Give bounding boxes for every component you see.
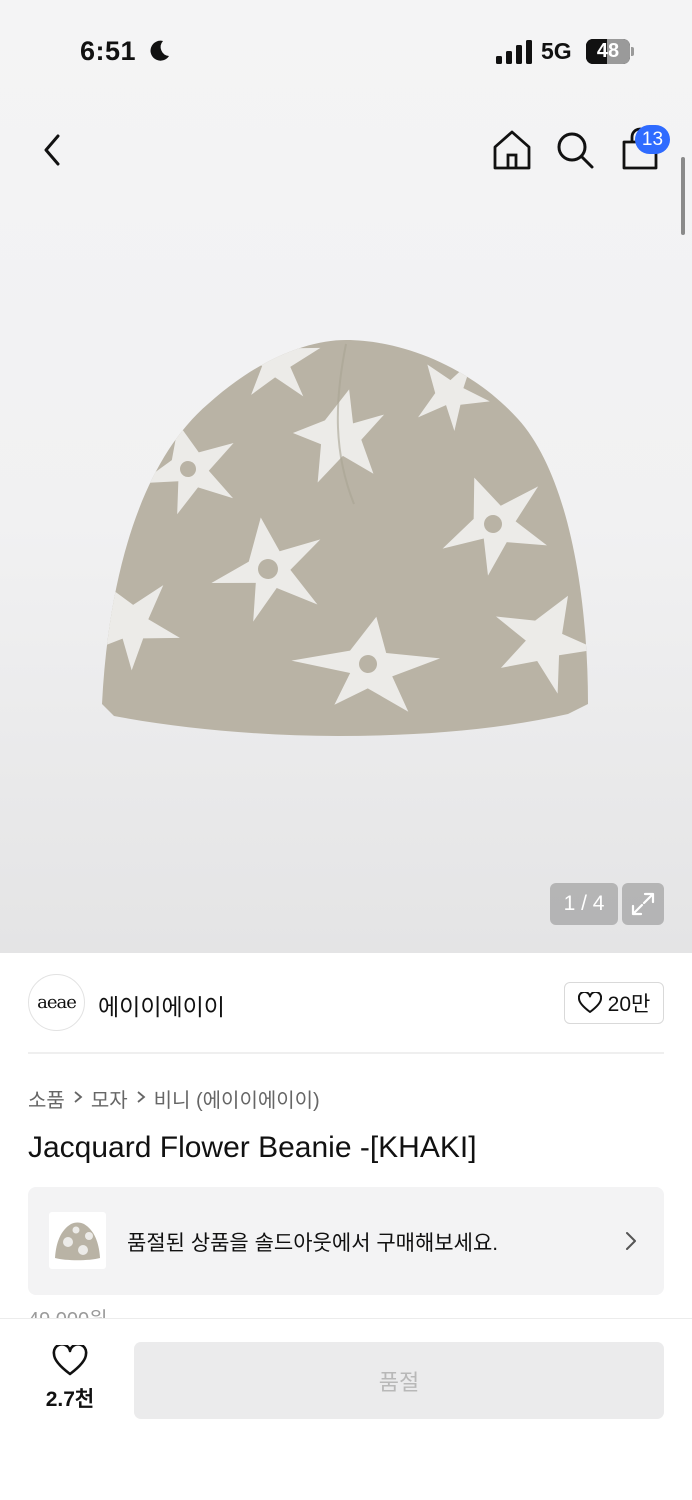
search-button[interactable] — [555, 130, 595, 170]
breadcrumb-item[interactable]: 모자 — [91, 1084, 128, 1113]
soldout-banner-text: 품절된 상품을 솔드아웃에서 구매해보세요. — [127, 1232, 499, 1255]
soldout-thumbnail — [49, 1212, 106, 1269]
soldout-button-label: 품절 — [378, 1369, 420, 1395]
expand-icon — [631, 892, 655, 916]
heart-icon — [52, 1345, 88, 1376]
product-title: Jacquard Flower Beanie -[KHAKI] — [28, 1131, 477, 1164]
battery-cap — [631, 47, 634, 56]
brand-logo-text: aeae — [37, 992, 77, 1013]
brand-name[interactable]: 에이이에이이 — [98, 988, 225, 1022]
battery-level: 48 — [596, 40, 620, 62]
breadcrumb-separator-icon — [73, 1087, 83, 1110]
beanie-product-image — [102, 340, 588, 736]
breadcrumb-separator-icon — [136, 1087, 146, 1110]
brand-like-count: 20만 — [607, 993, 651, 1016]
heart-icon — [577, 992, 602, 1013]
image-counter: 1 / 4 — [550, 883, 618, 925]
back-button[interactable] — [34, 130, 70, 170]
soldout-button[interactable]: 품절 — [134, 1342, 664, 1419]
search-icon — [557, 132, 594, 169]
home-button[interactable] — [492, 129, 532, 171]
expand-image-button[interactable] — [622, 883, 664, 925]
moon-icon — [150, 40, 169, 61]
cart-count-badge: 13 — [635, 125, 670, 154]
wishlist-button[interactable]: 2.7천 — [28, 1345, 112, 1415]
brand-like-button[interactable]: 20만 — [564, 982, 664, 1024]
home-icon — [493, 130, 531, 170]
signal-icon — [496, 40, 532, 64]
brand-logo[interactable]: aeae — [28, 974, 85, 1031]
divider — [28, 1052, 664, 1054]
back-icon — [44, 134, 60, 166]
breadcrumb: 소품 모자 비니 (에이이에이이) — [28, 1084, 320, 1113]
chevron-right-icon — [626, 1232, 636, 1250]
status-time: 6:51 — [80, 36, 137, 66]
breadcrumb-item[interactable]: 비니 (에이이에이이) — [154, 1084, 320, 1113]
breadcrumb-item[interactable]: 소품 — [28, 1084, 65, 1113]
battery-icon: 48 — [586, 39, 630, 64]
network-type: 5G — [541, 38, 572, 64]
wishlist-count: 2.7천 — [45, 1388, 95, 1411]
scroll-indicator — [681, 157, 685, 235]
soldout-banner[interactable]: 품절된 상품을 솔드아웃에서 구매해보세요. — [28, 1187, 664, 1295]
